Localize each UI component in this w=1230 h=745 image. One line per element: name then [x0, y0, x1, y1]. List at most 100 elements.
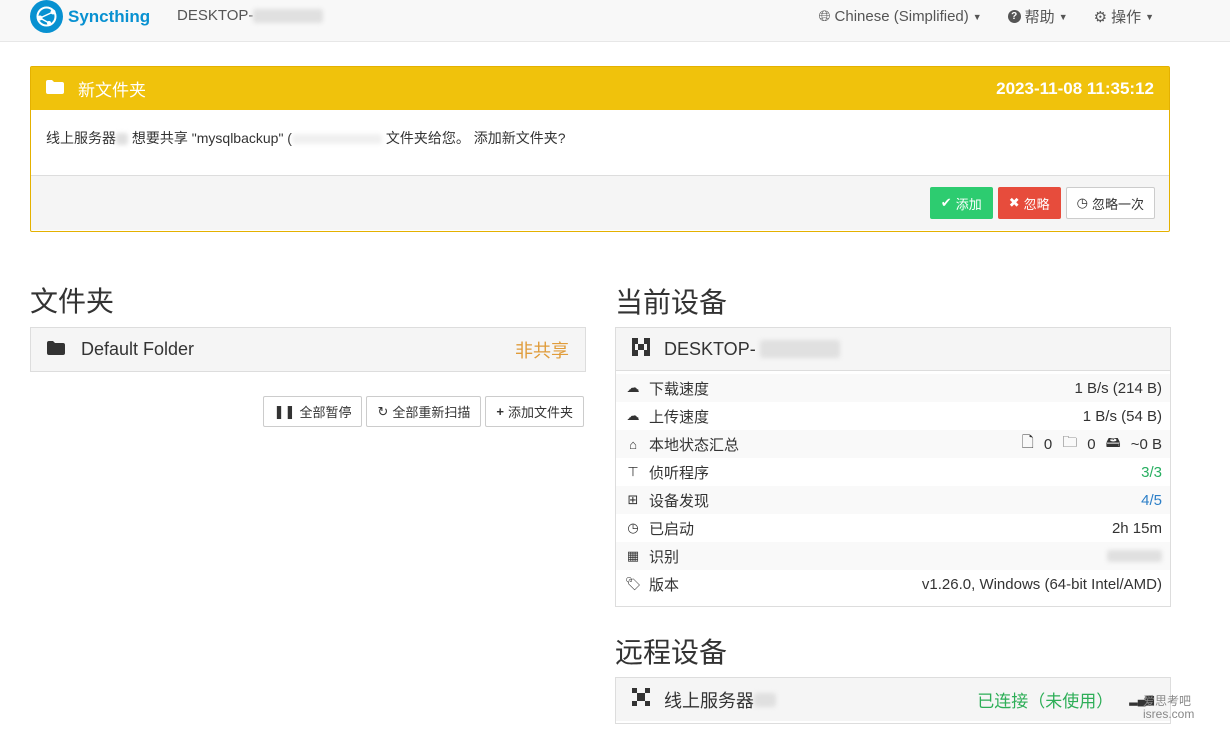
local-dirs-count: 0	[1087, 435, 1096, 453]
folder-icon	[46, 79, 64, 99]
rescan-all-label: 全部重新扫描	[392, 405, 471, 420]
stat-listeners: ⊤ 侦听程序 3/3	[616, 458, 1170, 486]
local-files-count: 0	[1043, 435, 1053, 453]
actions-label: 操作	[1111, 9, 1142, 26]
rescan-all-button[interactable]: ↻ 全部重新扫描	[366, 396, 482, 427]
help-dropdown[interactable]: ? 帮助 ▼	[1007, 6, 1068, 27]
folder-icon	[47, 339, 65, 360]
folders-heading: 文件夹	[30, 286, 115, 317]
brand-name: Syncthing	[68, 6, 151, 26]
this-device-panel: DESKTOP- ☁ 下载速度 1 B/s (214 B) ☁ 上传速度 1 B/s…	[615, 327, 1171, 607]
stat-upload-rate: ☁ 上传速度 1 B/s (54 B)	[616, 402, 1170, 430]
ignore-button[interactable]: ✖ 忽略	[997, 187, 1061, 219]
stat-label: 识别	[649, 548, 680, 566]
stat-local-state: ⌂ 本地状态汇总 🗋︎ 0 🗀︎ 0 🖴︎ ~0 B	[616, 430, 1170, 458]
stat-value: 1 B/s (54 B)	[1082, 407, 1162, 425]
clock-icon: ◷	[1076, 195, 1088, 210]
remote-status: 已连接（未使用）	[977, 692, 1114, 711]
stat-value: v1.26.0, Windows (64-bit Intel/AMD)	[921, 575, 1162, 593]
listeners-value[interactable]: 3/3	[1141, 464, 1162, 481]
gear-icon: ⚙	[1093, 8, 1108, 26]
navbar: Syncthing DESKTOP- 🌐︎ Chinese (Simplifie…	[0, 0, 1230, 42]
home-icon: ⌂	[629, 436, 637, 452]
redacted-folder-id	[291, 134, 382, 145]
notice-header: 新文件夹 2023-11-08 11:35:12	[31, 67, 1169, 110]
hdd-icon: 🖴︎	[1105, 433, 1121, 451]
language-dropdown[interactable]: 🌐︎ Chinese (Simplified) ▼	[819, 6, 982, 27]
notice-actions: ✔ 添加 ✖ 忽略 ◷ 忽略一次	[31, 176, 1169, 230]
stat-label: 上传速度	[649, 408, 710, 426]
ignore-button-label: 忽略	[1023, 196, 1050, 212]
hostname-text: DESKTOP-	[177, 7, 254, 24]
this-device-heading: 当前设备	[615, 287, 728, 318]
stat-identification: ▦ 识别	[616, 542, 1170, 570]
folder-status: 非共享	[515, 340, 569, 361]
watermark: 爱思考吧 isres.com	[1143, 695, 1194, 721]
redacted-device-id[interactable]	[1107, 550, 1162, 562]
help-label: 帮助	[1024, 9, 1055, 26]
signpost-icon: ⊞	[627, 492, 639, 507]
watermark-line2: isres.com	[1143, 707, 1195, 721]
stat-label: 下载速度	[649, 380, 710, 398]
device-name: DESKTOP-	[664, 338, 756, 359]
plus-icon: +	[496, 404, 504, 419]
remote-device-name: 线上服务器	[664, 690, 754, 711]
stat-label: 版本	[649, 576, 680, 594]
ignore-once-button-label: 忽略一次	[1091, 196, 1144, 212]
add-folder-label: 添加文件夹	[507, 405, 573, 420]
question-circle-icon: ?	[1007, 10, 1021, 23]
stat-value: 1 B/s (214 B)	[1074, 379, 1162, 397]
remote-device-name: 线上服务器	[46, 130, 116, 146]
ignore-once-button[interactable]: ◷ 忽略一次	[1065, 187, 1155, 219]
pause-all-label: 全部暂停	[299, 405, 352, 420]
notice-title: 新文件夹	[78, 81, 146, 100]
redacted-text	[116, 133, 128, 146]
qrcode-icon: ▦	[626, 548, 640, 563]
times-icon: ✖	[1008, 195, 1020, 210]
folder-actions: ❚❚ 全部暂停 ↻ 全部重新扫描 + 添加文件夹	[262, 396, 584, 427]
add-button[interactable]: ✔ 添加	[929, 187, 993, 219]
this-device-header[interactable]: DESKTOP-	[616, 328, 1170, 371]
caret-down-icon: ▼	[972, 11, 982, 22]
device-identicon-icon	[632, 337, 650, 361]
caret-down-icon: ▼	[1058, 11, 1068, 22]
add-button-label: 添加	[955, 196, 982, 212]
message-text: 想要共享 "mysqlbackup" (	[128, 130, 292, 146]
actions-dropdown[interactable]: ⚙ 操作 ▼	[1094, 6, 1154, 27]
file-icon: 🗋︎	[1021, 433, 1034, 451]
brand[interactable]: Syncthing	[30, 0, 150, 33]
add-folder-button[interactable]: + 添加文件夹	[485, 396, 584, 427]
discovery-value[interactable]: 4/5	[1141, 492, 1162, 509]
caret-down-icon: ▼	[1145, 11, 1154, 22]
stat-label: 已启动	[649, 520, 695, 538]
nav-menu: 🌐︎ Chinese (Simplified) ▼ ? 帮助 ▼ ⚙ 操作 ▼	[819, 6, 1154, 27]
new-folder-notice: 新文件夹 2023-11-08 11:35:12 线上服务器 想要共享 "mys…	[30, 66, 1170, 232]
syncthing-logo-icon	[30, 0, 63, 33]
device-stats: ☁ 下载速度 1 B/s (214 B) ☁ 上传速度 1 B/s (54 B) ⌂…	[616, 371, 1170, 601]
hostname: DESKTOP-	[177, 7, 324, 24]
stat-label: 侦听程序	[649, 464, 710, 482]
clock-icon: ◷	[627, 520, 639, 535]
folder-panel-default[interactable]: Default Folder 非共享	[30, 327, 586, 372]
remote-devices-heading: 远程设备	[615, 637, 728, 668]
local-size: ~0 B	[1130, 435, 1162, 453]
stat-download-rate: ☁ 下载速度 1 B/s (214 B)	[616, 374, 1170, 402]
pause-icon: ❚❚	[273, 403, 296, 419]
cloud-download-icon: ☁	[626, 380, 640, 395]
redacted-device-name	[759, 340, 840, 358]
stat-discovery: ⊞ 设备发现 4/5	[616, 486, 1170, 514]
sitemap-icon: ⊤	[627, 464, 639, 479]
pause-all-button[interactable]: ❚❚ 全部暂停	[262, 396, 363, 427]
remote-device-panel[interactable]: 线上服务器 已连接（未使用） ▂▄▆	[615, 677, 1171, 724]
notice-timestamp: 2023-11-08 11:35:12	[996, 78, 1154, 98]
refresh-icon: ↻	[377, 403, 389, 419]
globe-icon: 🌐︎	[818, 8, 831, 25]
check-icon: ✔	[940, 195, 952, 210]
notice-message: 线上服务器 想要共享 "mysqlbackup" ( 文件夹给您。 添加新文件夹…	[31, 110, 1169, 176]
tag-icon: 🏷︎	[624, 576, 642, 591]
stat-version: 🏷︎ 版本 v1.26.0, Windows (64-bit Intel/AMD)	[616, 570, 1170, 598]
folder-name: Default Folder	[81, 339, 195, 359]
redacted-text	[754, 692, 776, 707]
redacted-hostname	[253, 9, 324, 24]
message-text-end: 文件夹给您。 添加新文件夹?	[381, 130, 566, 146]
